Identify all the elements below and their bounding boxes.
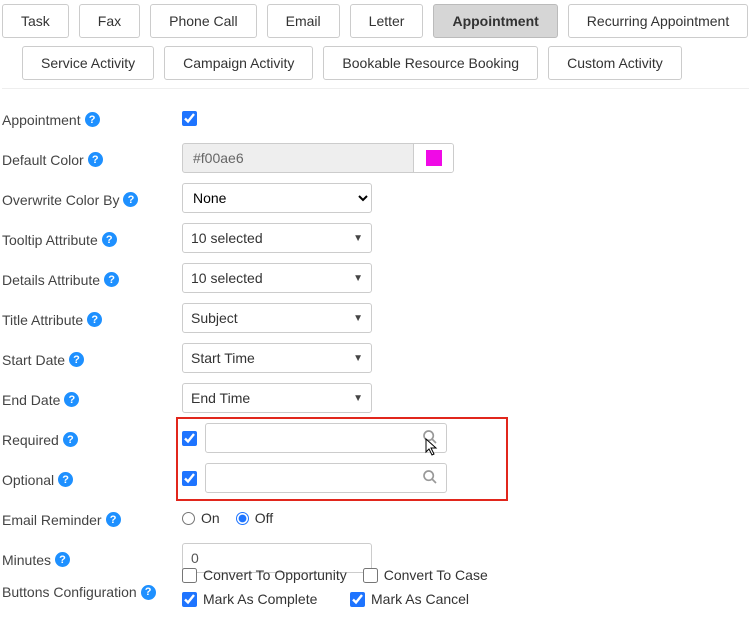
title-attribute-select[interactable]: Subject ▼ xyxy=(182,303,372,333)
overwrite-color-by-label: Overwrite Color By xyxy=(2,192,119,208)
tab-letter[interactable]: Letter xyxy=(350,4,424,38)
help-icon[interactable]: ? xyxy=(69,352,84,367)
activity-tabs-row1: Task Fax Phone Call Email Letter Appointment R… xyxy=(2,4,749,38)
optional-label: Optional xyxy=(2,472,54,488)
mark-as-complete[interactable]: Mark As Complete xyxy=(182,591,334,607)
help-icon[interactable]: ? xyxy=(55,552,70,567)
buttons-configuration-label: Buttons Configuration xyxy=(2,584,137,600)
help-icon[interactable]: ? xyxy=(104,272,119,287)
start-date-select[interactable]: Start Time ▼ xyxy=(182,343,372,373)
caret-down-icon: ▼ xyxy=(353,353,363,364)
help-icon[interactable]: ? xyxy=(87,312,102,327)
search-icon xyxy=(422,429,438,448)
tab-task[interactable]: Task xyxy=(2,4,69,38)
email-reminder-off[interactable]: Off xyxy=(236,510,273,526)
tab-email[interactable]: Email xyxy=(267,4,340,38)
tab-campaign-activity[interactable]: Campaign Activity xyxy=(164,46,313,80)
appointment-checkbox[interactable] xyxy=(182,111,197,126)
mark-as-cancel[interactable]: Mark As Cancel xyxy=(350,591,469,607)
required-checkbox[interactable] xyxy=(182,431,197,446)
help-icon[interactable]: ? xyxy=(102,232,117,247)
tab-fax[interactable]: Fax xyxy=(79,4,140,38)
help-icon[interactable]: ? xyxy=(88,152,103,167)
tooltip-attribute-label: Tooltip Attribute xyxy=(2,232,98,248)
start-date-label: Start Date xyxy=(2,352,65,368)
search-icon xyxy=(422,469,438,488)
help-icon[interactable]: ? xyxy=(106,512,121,527)
activity-tabs-row2: Service Activity Campaign Activity Bookabl… xyxy=(22,46,749,80)
default-color-hex: #f00ae6 xyxy=(183,144,413,172)
convert-to-case[interactable]: Convert To Case xyxy=(363,567,488,583)
convert-to-opportunity[interactable]: Convert To Opportunity xyxy=(182,567,347,583)
tab-custom-activity[interactable]: Custom Activity xyxy=(548,46,682,80)
color-swatch xyxy=(426,150,442,166)
tab-appointment[interactable]: Appointment xyxy=(433,4,557,38)
optional-lookup[interactable] xyxy=(205,463,447,493)
email-reminder-label: Email Reminder xyxy=(2,512,102,528)
default-color-group: #f00ae6 xyxy=(182,143,454,173)
help-icon[interactable]: ? xyxy=(63,432,78,447)
minutes-label: Minutes xyxy=(2,552,51,568)
color-swatch-button[interactable] xyxy=(413,144,453,172)
section-divider xyxy=(2,88,749,89)
help-icon[interactable]: ? xyxy=(123,192,138,207)
caret-down-icon: ▼ xyxy=(353,273,363,284)
title-attribute-label: Title Attribute xyxy=(2,312,83,328)
default-color-label: Default Color xyxy=(2,152,84,168)
tab-phone-call[interactable]: Phone Call xyxy=(150,4,257,38)
details-attribute-label: Details Attribute xyxy=(2,272,100,288)
end-date-select[interactable]: End Time ▼ xyxy=(182,383,372,413)
caret-down-icon: ▼ xyxy=(353,233,363,244)
required-label: Required xyxy=(2,432,59,448)
caret-down-icon: ▼ xyxy=(353,393,363,404)
caret-down-icon: ▼ xyxy=(353,313,363,324)
tab-recurring-appointment[interactable]: Recurring Appointment xyxy=(568,4,748,38)
help-icon[interactable]: ? xyxy=(58,472,73,487)
required-lookup[interactable] xyxy=(205,423,447,453)
help-icon[interactable]: ? xyxy=(141,585,156,600)
optional-checkbox[interactable] xyxy=(182,471,197,486)
details-attribute-select[interactable]: 10 selected ▼ xyxy=(182,263,372,293)
appointment-label: Appointment xyxy=(2,112,81,128)
tooltip-attribute-select[interactable]: 10 selected ▼ xyxy=(182,223,372,253)
email-reminder-on[interactable]: On xyxy=(182,510,220,526)
overwrite-color-by-select[interactable]: None xyxy=(182,183,372,213)
help-icon[interactable]: ? xyxy=(64,392,79,407)
help-icon[interactable]: ? xyxy=(85,112,100,127)
tab-bookable-resource-booking[interactable]: Bookable Resource Booking xyxy=(323,46,538,80)
tab-service-activity[interactable]: Service Activity xyxy=(22,46,154,80)
end-date-label: End Date xyxy=(2,392,60,408)
